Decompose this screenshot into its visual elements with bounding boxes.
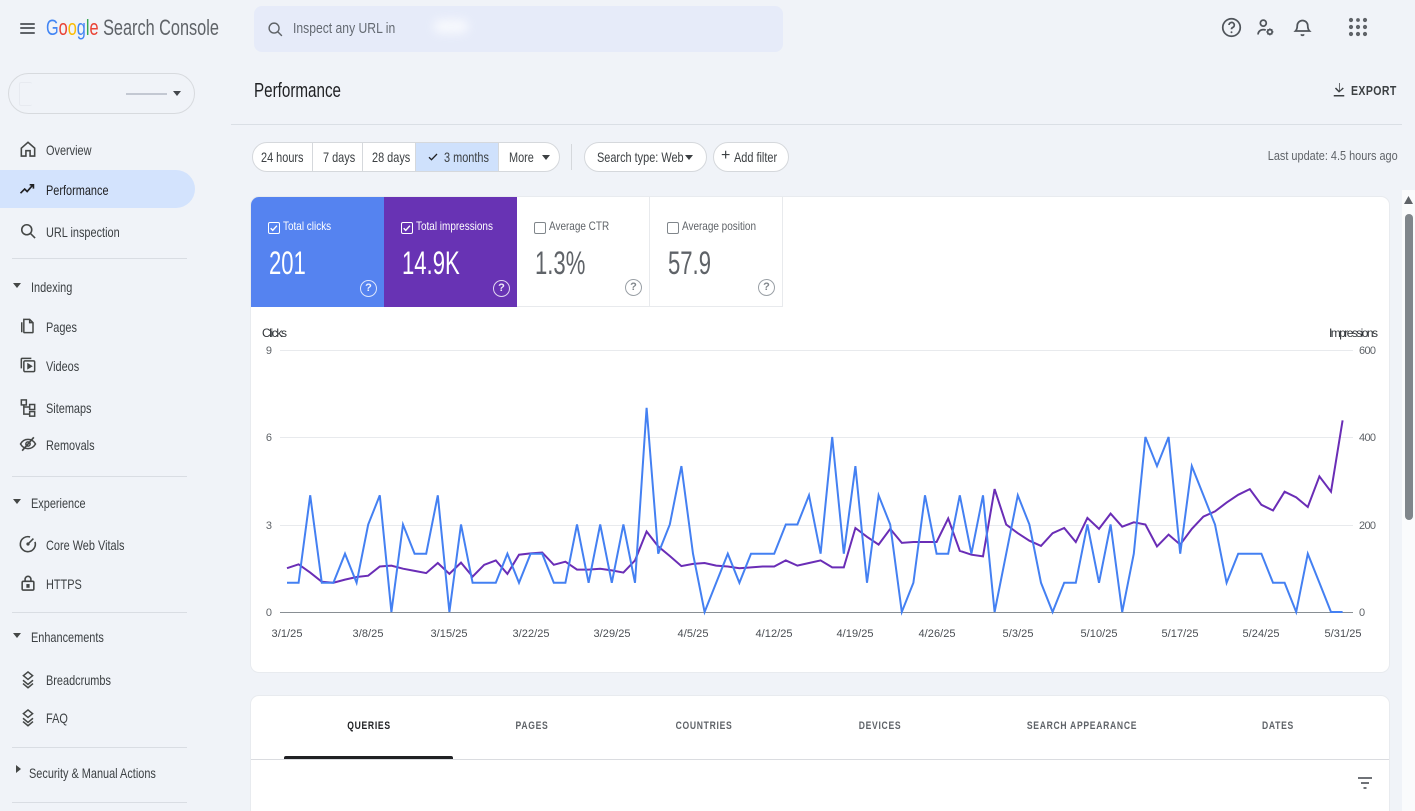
svg-text:3/1/25: 3/1/25 bbox=[272, 628, 303, 640]
svg-text:3/22/25: 3/22/25 bbox=[513, 628, 550, 640]
svg-text:3: 3 bbox=[266, 520, 272, 532]
svg-text:Clicks: Clicks bbox=[262, 326, 287, 340]
svg-text:600: 600 bbox=[1359, 345, 1376, 357]
svg-text:5/3/25: 5/3/25 bbox=[1003, 628, 1034, 640]
svg-text:400: 400 bbox=[1359, 432, 1376, 444]
svg-text:5/17/25: 5/17/25 bbox=[1162, 628, 1199, 640]
svg-text:5/24/25: 5/24/25 bbox=[1243, 628, 1280, 640]
svg-text:3/15/25: 3/15/25 bbox=[431, 628, 468, 640]
svg-text:5/31/25: 5/31/25 bbox=[1325, 628, 1362, 640]
svg-text:0: 0 bbox=[1359, 607, 1365, 619]
svg-text:3/29/25: 3/29/25 bbox=[594, 628, 631, 640]
svg-text:6: 6 bbox=[266, 432, 272, 444]
svg-text:4/5/25: 4/5/25 bbox=[678, 628, 709, 640]
svg-text:5/10/25: 5/10/25 bbox=[1081, 628, 1118, 640]
svg-text:3/8/25: 3/8/25 bbox=[353, 628, 384, 640]
svg-text:4/12/25: 4/12/25 bbox=[756, 628, 793, 640]
svg-text:Impressions: Impressions bbox=[1329, 326, 1378, 340]
svg-text:4/26/25: 4/26/25 bbox=[919, 628, 956, 640]
svg-text:200: 200 bbox=[1359, 520, 1376, 532]
svg-text:9: 9 bbox=[266, 345, 272, 357]
svg-text:4/19/25: 4/19/25 bbox=[837, 628, 874, 640]
svg-text:0: 0 bbox=[266, 607, 272, 619]
